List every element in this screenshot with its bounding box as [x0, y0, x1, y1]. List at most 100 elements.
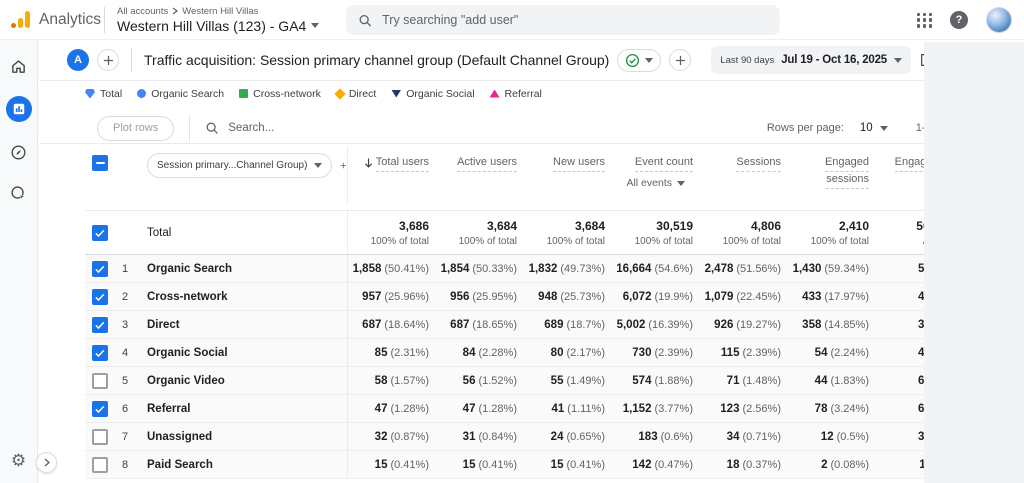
row-checkbox[interactable]	[92, 401, 108, 417]
legend-item[interactable]: Organic Social	[391, 88, 474, 100]
event-filter[interactable]: All events	[611, 176, 693, 191]
row-number: 8	[119, 459, 147, 471]
row-checkbox[interactable]	[92, 345, 108, 361]
metric-cell: 948(25.73%)	[523, 291, 611, 303]
expand-nav-button[interactable]	[36, 452, 57, 473]
row-number: 4	[119, 347, 147, 359]
metric-cell: 5,002(16.39%)	[611, 319, 699, 331]
legend-item[interactable]: Cross-network	[239, 88, 321, 100]
apps-grid-icon[interactable]	[917, 13, 932, 28]
channel-name[interactable]: Organic Social	[147, 347, 347, 359]
plus-icon	[103, 55, 114, 66]
select-all-checkbox[interactable]	[92, 155, 108, 171]
column-header[interactable]: Event countAll events	[611, 155, 699, 191]
table-total-row: Total 3,686100% of total3,684100% of tot…	[85, 210, 963, 255]
app-name: Analytics	[39, 11, 101, 29]
total-cell: 3,686100% of total	[347, 219, 435, 247]
metric-cell: 2(0.08%)	[787, 459, 875, 471]
help-icon[interactable]: ?	[950, 11, 968, 29]
metric-cell: 56(1.52%)	[435, 375, 523, 387]
add-comparison-button[interactable]	[97, 49, 119, 71]
row-number: 5	[119, 375, 147, 387]
global-search-input[interactable]	[382, 13, 768, 27]
row-number: 6	[119, 403, 147, 415]
column-header[interactable]: Total users	[347, 155, 435, 172]
channel-name[interactable]: Direct	[147, 319, 347, 331]
metric-cell: 15(0.41%)	[435, 459, 523, 471]
table-row: 2Cross-network957(25.96%)956(25.95%)948(…	[85, 283, 963, 311]
plus-icon	[675, 55, 686, 66]
global-search[interactable]	[346, 5, 780, 35]
total-cell: 3,684100% of total	[435, 219, 523, 247]
dimension-selector[interactable]: Session primary...Channel Group)	[147, 153, 332, 178]
row-checkbox[interactable]	[92, 289, 108, 305]
metric-cell: 183(0.6%)	[611, 431, 699, 443]
analytics-logo[interactable]: Analytics	[0, 9, 104, 31]
add-dimension-icon[interactable]	[340, 159, 347, 172]
chevron-down-icon	[880, 126, 888, 131]
column-header[interactable]: Active users	[435, 155, 523, 172]
column-header[interactable]: Sessions	[699, 155, 787, 172]
channel-name[interactable]: Organic Search	[147, 263, 347, 275]
row-number: 2	[119, 291, 147, 303]
report-status-pill[interactable]	[617, 49, 661, 72]
metric-cell: 34(0.71%)	[699, 431, 787, 443]
metric-cell: 687(18.65%)	[435, 319, 523, 331]
column-header[interactable]: New users	[523, 155, 611, 172]
column-header[interactable]: Engagedsessions	[787, 155, 875, 189]
row-checkbox[interactable]	[92, 261, 108, 277]
table-search[interactable]	[205, 121, 408, 135]
plot-rows-button[interactable]: Plot rows	[97, 116, 174, 141]
table-row: 5Organic Video58(1.57%)56(1.52%)55(1.49%…	[85, 367, 963, 395]
metric-cell: 1,430(59.34%)	[787, 263, 875, 275]
sidebar-item-reports[interactable]	[6, 96, 32, 122]
legend-item[interactable]: Referral	[490, 88, 542, 100]
avatar[interactable]	[986, 7, 1012, 33]
legend-marker-icon	[391, 90, 401, 98]
channel-name[interactable]: Organic Video	[147, 375, 347, 387]
add-report-item-button[interactable]	[669, 49, 691, 71]
comparison-chip[interactable]: A	[67, 49, 89, 71]
channel-name[interactable]: Cross-network	[147, 291, 347, 303]
row-checkbox[interactable]	[92, 317, 108, 333]
sidebar-item-explore[interactable]	[8, 141, 30, 163]
legend-marker-icon	[239, 89, 248, 98]
check-circle-icon	[625, 53, 640, 68]
table-search-input[interactable]	[228, 122, 408, 134]
row-checkbox[interactable]	[92, 373, 108, 389]
channel-name[interactable]: Referral	[147, 403, 347, 415]
chevron-down-icon	[894, 58, 902, 63]
metric-cell: 44(1.83%)	[787, 375, 875, 387]
rows-per-page-select[interactable]: 10	[860, 122, 888, 134]
analytics-logo-icon	[10, 9, 32, 31]
metric-cell: 58(1.57%)	[347, 375, 435, 387]
metric-cell: 47(1.28%)	[435, 403, 523, 415]
total-row-checkbox[interactable]	[92, 225, 108, 241]
gear-icon: ⚙	[11, 451, 26, 471]
sidebar-item-admin[interactable]: ⚙	[0, 451, 37, 471]
metric-cell: 957(25.96%)	[347, 291, 435, 303]
legend-item[interactable]: Direct	[336, 88, 376, 100]
total-cell: 30,519100% of total	[611, 219, 699, 247]
sidebar-item-advertising[interactable]	[8, 182, 30, 204]
legend-item[interactable]: Total	[85, 88, 122, 100]
table-row: 6Referral47(1.28%)47(1.28%)41(1.11%)1,15…	[85, 395, 963, 423]
row-checkbox[interactable]	[92, 457, 108, 473]
metric-cell: 15(0.41%)	[347, 459, 435, 471]
legend-item[interactable]: Organic Search	[137, 88, 224, 100]
chevron-down-icon	[677, 181, 685, 186]
total-cell: 2,410100% of total	[787, 219, 875, 247]
channel-name[interactable]: Paid Search	[147, 459, 347, 471]
total-cell: 4,806100% of total	[699, 219, 787, 247]
row-checkbox[interactable]	[92, 429, 108, 445]
metric-cell: 433(17.97%)	[787, 291, 875, 303]
date-range-picker[interactable]: Last 90 days Jul 19 - Oct 16, 2025	[711, 46, 911, 74]
account-property-switcher[interactable]: All accounts Western Hill Villas Western…	[117, 6, 319, 34]
legend-marker-icon	[85, 89, 95, 99]
rows-per-page-label: Rows per page:	[767, 122, 844, 134]
metric-cell: 85(2.31%)	[347, 347, 435, 359]
total-cell: 3,684100% of total	[523, 219, 611, 247]
explore-compass-icon	[10, 144, 27, 161]
sidebar-item-home[interactable]	[8, 55, 30, 77]
channel-name[interactable]: Unassigned	[147, 431, 347, 443]
